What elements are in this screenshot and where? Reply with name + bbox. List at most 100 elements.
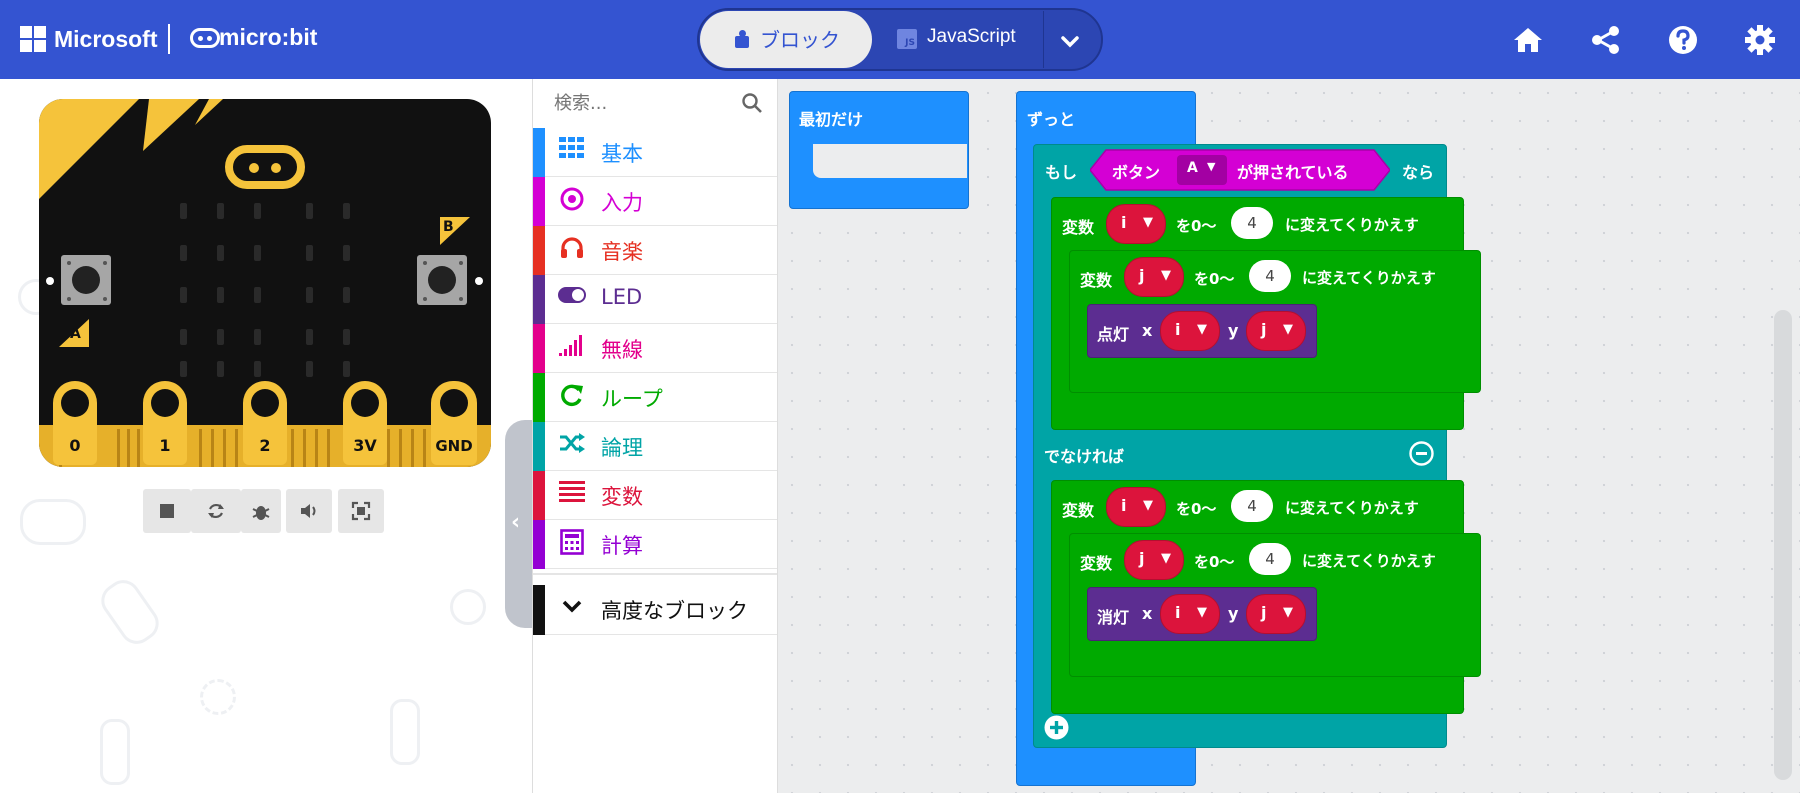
debug-icon[interactable] [241, 489, 281, 533]
limit-input[interactable]: 4 [1249, 543, 1291, 575]
category-loops[interactable]: ループ [533, 373, 777, 422]
button-text: ボタン [1112, 163, 1161, 182]
loop-var-label: 変数 [1062, 218, 1095, 237]
category-music[interactable]: 音楽 [533, 226, 777, 275]
refresh-icon [557, 382, 587, 412]
category-math[interactable]: 計算 [533, 520, 777, 569]
category-advanced[interactable]: 高度なブロック [533, 585, 777, 635]
button-a-label: A [70, 326, 81, 342]
shuffle-icon [557, 431, 587, 461]
search-icon[interactable] [741, 92, 763, 114]
category-led[interactable]: LED [533, 275, 777, 324]
dropdown-arrow-icon: ▼ [1197, 322, 1207, 337]
tab-javascript[interactable]: JavaScript [927, 26, 1016, 48]
dropdown-arrow-icon: ▼ [1283, 605, 1293, 620]
category-logic[interactable]: 論理 [533, 422, 777, 471]
mute-icon[interactable] [286, 489, 332, 533]
else-label: でなければ [1044, 447, 1125, 466]
dropdown-arrow-icon: ▼ [1207, 160, 1216, 173]
target-icon [557, 186, 587, 216]
remove-else-icon[interactable] [1408, 440, 1435, 467]
toolbox-divider [533, 573, 777, 575]
var-j-dropdown[interactable]: j ▼ [1124, 257, 1184, 297]
range-label: を0～ [1176, 500, 1217, 518]
loop-var-label: 変数 [1080, 271, 1113, 290]
loop-var-label: 変数 [1080, 554, 1113, 573]
collapse-simulator-button[interactable]: ‹ [505, 420, 533, 628]
headphones-icon [557, 235, 587, 265]
range-label: を0～ [1194, 270, 1235, 288]
list-lines-icon [557, 480, 587, 510]
pressed-text: が押されている [1237, 163, 1349, 182]
brand-divider [168, 24, 170, 54]
pin-1[interactable]: 1 [143, 381, 187, 465]
limit-input[interactable]: 4 [1231, 207, 1273, 239]
dropdown-arrow-icon: ▼ [1283, 322, 1293, 337]
range-label: を0～ [1194, 553, 1235, 571]
y-label: y [1228, 604, 1239, 623]
help-icon[interactable] [1665, 22, 1701, 58]
dropdown-arrow-icon: ▼ [1161, 551, 1171, 566]
restart-icon[interactable] [191, 489, 241, 533]
pin-0[interactable]: 0 [53, 381, 97, 465]
dropdown-arrow-icon: ▼ [1143, 498, 1153, 513]
repeat-label: に変えてくりかえす [1302, 269, 1436, 287]
microbit-label: micro:bit [219, 24, 318, 50]
button-dropdown[interactable]: A ▼ [1177, 155, 1227, 185]
dropdown-arrow-icon: ▼ [1143, 215, 1153, 230]
button-b-label: B [443, 219, 454, 235]
var-i-dropdown[interactable]: i ▼ [1106, 487, 1166, 527]
forever-label: ずっと [1027, 110, 1076, 129]
on-start-label: 最初だけ [799, 110, 864, 129]
repeat-label: に変えてくりかえす [1285, 499, 1419, 517]
chevron-down-icon [557, 594, 587, 624]
microbit-face-logo-icon [225, 145, 305, 189]
toggle-separator [1043, 11, 1044, 68]
category-basic[interactable]: 基本 [533, 128, 777, 177]
plot-y-var[interactable]: j ▼ [1246, 311, 1306, 351]
workspace-scrollbar[interactable] [1774, 310, 1792, 780]
unplot-x-var[interactable]: i ▼ [1160, 594, 1220, 634]
microbit-board: A B 0 1 2 3V GND [39, 99, 491, 467]
fullscreen-icon[interactable] [338, 489, 384, 533]
unplot-y-var[interactable]: j ▼ [1246, 594, 1306, 634]
if-label: もし [1045, 163, 1078, 182]
home-icon[interactable] [1510, 22, 1546, 58]
toggle-icon [557, 284, 587, 314]
loop-var-label: 変数 [1062, 501, 1095, 520]
share-icon[interactable] [1588, 22, 1624, 58]
x-label: x [1142, 321, 1153, 340]
pin-gnd[interactable]: GND [431, 381, 477, 465]
var-j-dropdown[interactable]: j ▼ [1124, 540, 1184, 580]
chevron-down-icon[interactable] [1055, 26, 1085, 56]
repeat-label: に変えてくりかえす [1302, 552, 1436, 570]
unplot-label: 消灯 [1097, 608, 1130, 627]
javascript-icon: JS [897, 29, 917, 49]
range-label: を0～ [1176, 217, 1217, 235]
dropdown-arrow-icon: ▼ [1161, 268, 1171, 283]
stop-icon[interactable] [143, 489, 191, 533]
signal-bars-icon [557, 333, 587, 363]
category-radio[interactable]: 無線 [533, 324, 777, 373]
var-i-dropdown[interactable]: i ▼ [1106, 204, 1166, 244]
tab-blocks-label[interactable]: ブロック [760, 24, 840, 53]
category-input[interactable]: 入力 [533, 177, 777, 226]
add-branch-icon[interactable] [1043, 714, 1070, 741]
microsoft-logo-icon [20, 26, 46, 52]
grid-icon [557, 137, 587, 167]
chevron-left-icon: ‹ [511, 510, 521, 535]
settings-icon[interactable] [1742, 22, 1778, 58]
plot-x-var[interactable]: i ▼ [1160, 311, 1220, 351]
repeat-label: に変えてくりかえす [1285, 216, 1419, 234]
limit-input[interactable]: 4 [1249, 260, 1291, 292]
pin-2[interactable]: 2 [243, 381, 287, 465]
dropdown-arrow-icon: ▼ [1197, 605, 1207, 620]
category-variables[interactable]: 変数 [533, 471, 777, 520]
microsoft-label: Microsoft [54, 26, 158, 52]
microbit-logo-icon [190, 28, 220, 48]
toolbox-search-input[interactable] [552, 88, 760, 118]
pin-3v[interactable]: 3V [343, 381, 387, 465]
x-label: x [1142, 604, 1153, 623]
limit-input[interactable]: 4 [1231, 490, 1273, 522]
y-label: y [1228, 321, 1239, 340]
